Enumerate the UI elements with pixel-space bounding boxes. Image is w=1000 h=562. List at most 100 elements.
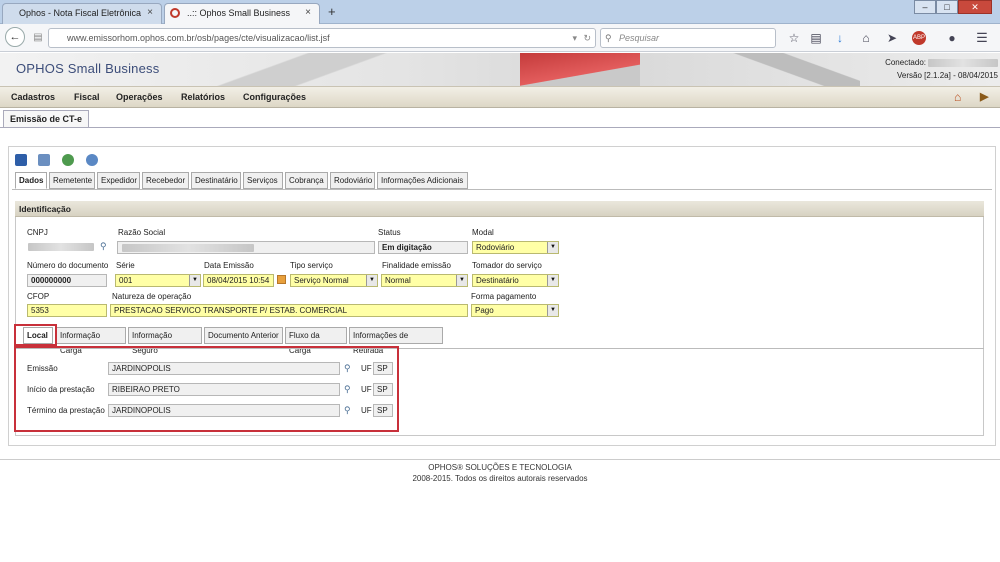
finalidade-select[interactable]: Normal ▼ (381, 274, 468, 287)
browser-tab-title: ..:: Ophos Small Business (187, 8, 291, 18)
modal-value: Rodoviário (476, 243, 515, 252)
tipo-servico-select[interactable]: Serviço Normal ▼ (290, 274, 378, 287)
browser-tab-bar: Ophos - Nota Fiscal Eletrônica × ..:: Op… (0, 0, 1000, 24)
save-icon[interactable] (15, 154, 27, 166)
data-emissao-field[interactable]: 08/04/2015 10:54 (203, 274, 274, 287)
download-icon[interactable]: ↓ (832, 30, 848, 46)
calendar-icon[interactable] (277, 275, 286, 284)
tab-cobranca[interactable]: Cobrança (285, 172, 328, 189)
tab-rodoviario[interactable]: Rodoviário (330, 172, 375, 189)
forma-pagamento-label: Forma pagamento (471, 292, 537, 301)
reading-list-icon[interactable]: ▤ (808, 30, 824, 46)
conectado-label: Conectado: (885, 58, 926, 67)
modal-label: Modal (472, 228, 494, 237)
maximize-button[interactable]: □ (936, 0, 958, 14)
transmit-icon[interactable] (62, 154, 74, 166)
serie-select[interactable]: 001 ▼ (115, 274, 201, 287)
cfop-label: CFOP (27, 292, 50, 301)
subtab-documento-anterior[interactable]: Documento Anterior (204, 327, 283, 344)
page-info-icon[interactable]: ▤ (30, 30, 46, 46)
menu-configuracoes[interactable]: Configurações (243, 92, 306, 102)
site-favicon-icon (170, 8, 180, 18)
forma-pagamento-select[interactable]: Pago ▼ (471, 304, 559, 317)
browser-tab-nfe[interactable]: Ophos - Nota Fiscal Eletrônica × (2, 3, 162, 24)
close-tab-icon[interactable]: × (147, 4, 153, 22)
redacted-user (928, 59, 998, 67)
numero-field: 000000000 (27, 274, 107, 287)
finalidade-value: Normal (385, 276, 411, 285)
subtab-fluxo-carga[interactable]: Fluxo da Carga (285, 327, 347, 355)
data-emissao-label: Data Emissão (204, 261, 254, 270)
tab-dados[interactable]: Dados (15, 172, 47, 189)
window-close-button[interactable]: ✕ (958, 0, 992, 14)
razao-social-field[interactable] (117, 241, 375, 254)
search-box[interactable]: ⚲ Pesquisar (600, 28, 776, 48)
chevron-down-icon[interactable]: ▼ (456, 275, 467, 286)
cnpj-label: CNPJ (27, 228, 48, 237)
tomador-value: Destinatário (476, 276, 519, 285)
app-header: OPHOS Small Business Conectado: Versão [… (0, 53, 1000, 86)
tab-recebedor[interactable]: Recebedor (142, 172, 189, 189)
chevron-down-icon[interactable]: ▼ (547, 275, 558, 286)
reload-icon[interactable]: ↻ (583, 29, 591, 47)
numero-label: Número do documento (27, 261, 109, 270)
home-icon[interactable]: ⌂ (954, 90, 961, 104)
print-icon[interactable] (38, 154, 50, 166)
chevron-down-icon[interactable]: ▼ (547, 305, 558, 316)
tomador-select[interactable]: Destinatário ▼ (472, 274, 559, 287)
modal-select[interactable]: Rodoviário ▼ (472, 241, 559, 254)
tab-destinatario[interactable]: Destinatário (191, 172, 241, 189)
status-field: Em digitação (378, 241, 468, 254)
search-icon: ⚲ (605, 33, 612, 43)
tomador-label: Tomador do serviço (472, 261, 542, 270)
tipo-servico-value: Serviço Normal (294, 276, 349, 285)
footer: OPHOS® SOLUÇÕES E TECNOLOGIA 2008-2015. … (0, 462, 1000, 484)
menu-operacoes[interactable]: Operações (116, 92, 163, 102)
chevron-down-icon[interactable]: ▼ (547, 242, 558, 253)
close-tab-icon[interactable]: × (305, 4, 311, 22)
subtab-informacao-carga[interactable]: Informação Carga (56, 327, 126, 355)
app-version: Versão [2.1.2a] - 08/04/2015 (897, 71, 998, 80)
send-icon[interactable]: ➤ (884, 30, 900, 46)
tab-expedidor[interactable]: Expedidor (97, 172, 140, 189)
highlight-local-tab (14, 324, 57, 346)
chat-icon[interactable]: ● (944, 30, 960, 46)
adblock-icon[interactable]: ABP (912, 31, 926, 45)
subtab-informacoes-retirada[interactable]: Informações de Retirada (349, 327, 443, 355)
browser-tab-small-business[interactable]: ..:: Ophos Small Business × (164, 3, 320, 24)
bookmark-star-icon[interactable]: ☆ (786, 30, 802, 46)
footer-copyright: 2008-2015. Todos os direitos autorais re… (412, 474, 588, 483)
page-tab-emissao-cte[interactable]: Emissão de CT-e (3, 110, 90, 128)
minimize-button[interactable]: – (914, 0, 936, 14)
serie-value: 001 (119, 276, 133, 285)
back-arrow-icon[interactable]: ← (5, 27, 25, 47)
tab-informacoes-adicionais[interactable]: Informações Adicionais (377, 172, 468, 189)
page-tab-divider (0, 127, 1000, 128)
cfop-field[interactable]: 5353 (27, 304, 107, 317)
razao-social-label: Razão Social (118, 228, 166, 237)
menu-relatorios[interactable]: Relatórios (181, 92, 225, 102)
refresh-icon[interactable] (86, 154, 98, 166)
hamburger-menu-icon[interactable]: ☰ (974, 30, 990, 46)
search-cnpj-icon[interactable]: ⚲ (100, 241, 110, 251)
tab-remetente[interactable]: Remetente (49, 172, 95, 189)
chevron-down-icon[interactable]: ▼ (366, 275, 377, 286)
natureza-field[interactable]: PRESTACAO SERVICO TRANSPORTE P/ ESTAB. C… (110, 304, 468, 317)
subtab-informacao-seguro[interactable]: Informação Seguro (128, 327, 202, 355)
home-icon[interactable]: ⌂ (858, 30, 874, 46)
tab-servicos[interactable]: Serviços (243, 172, 283, 189)
highlight-local-section (14, 346, 399, 432)
redacted-cnpj (28, 243, 94, 251)
logout-icon[interactable]: ▶ (980, 90, 988, 103)
identificacao-title: Identificação (15, 201, 984, 217)
app-brand: OPHOS Small Business (16, 61, 160, 76)
chevron-down-icon[interactable]: ▼ (189, 275, 200, 286)
menu-fiscal[interactable]: Fiscal (74, 92, 100, 102)
main-menu: Cadastros Fiscal Operações Relatórios Co… (0, 86, 1000, 108)
url-bar[interactable]: www.emissorhom.ophos.com.br/osb/pages/ct… (48, 28, 596, 48)
new-tab-button[interactable]: + (328, 4, 336, 19)
header-decoration (150, 53, 450, 86)
menu-cadastros[interactable]: Cadastros (11, 92, 55, 102)
dropdown-arrow-icon[interactable]: ▾ (572, 29, 577, 47)
footer-divider (0, 459, 1000, 460)
